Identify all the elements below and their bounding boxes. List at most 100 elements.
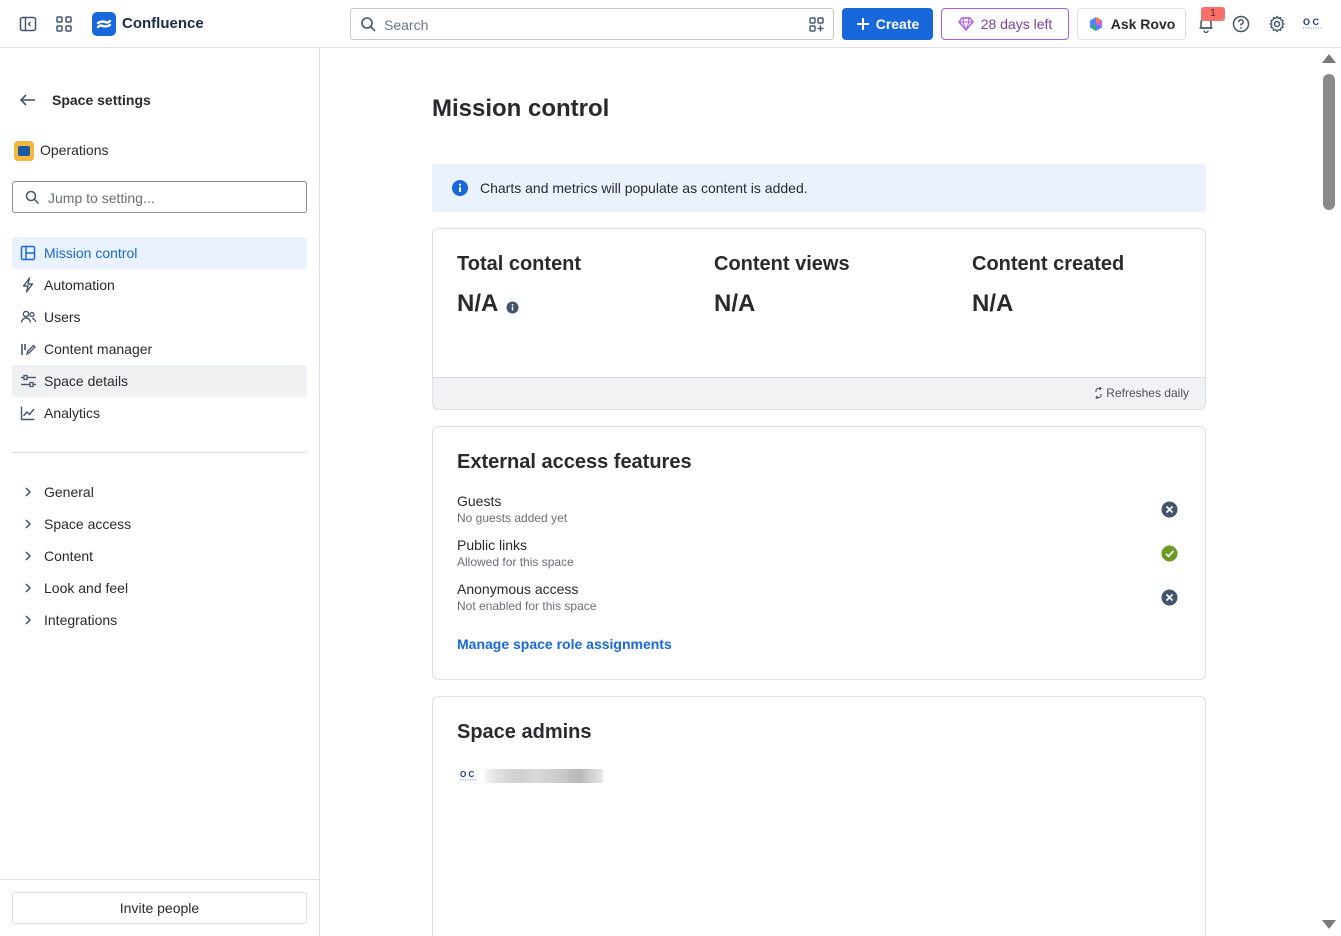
sidebar-section-integrations[interactable]: Integrations [12, 604, 307, 636]
metric-value: N/A [714, 290, 756, 317]
sidebar-item-users[interactable]: Users [12, 301, 307, 333]
sidebar-footer-divider [0, 879, 319, 880]
feature-public-links: Public links Allowed for this space [457, 537, 1181, 573]
lightning-icon [12, 277, 44, 293]
space-name[interactable]: Operations [40, 142, 108, 158]
redacted-admin-name [485, 769, 603, 783]
top-navigation-bar: Confluence Search Create 28 days left As… [0, 0, 1341, 48]
notification-count-badge: 1 [1201, 7, 1225, 21]
app-switcher-icon[interactable] [52, 12, 76, 36]
metric-value: N/A [457, 290, 499, 317]
metric-title: Content views [714, 253, 850, 275]
trial-button[interactable]: 28 days left [941, 8, 1069, 40]
external-access-card: External access features Guests No guest… [432, 426, 1206, 680]
section-title: External access features [457, 451, 692, 473]
search-input[interactable]: Search [350, 8, 834, 40]
feature-desc: Allowed for this space [457, 555, 574, 569]
metric-total-content: Total content N/A [457, 253, 581, 318]
sidebar-section-look-and-feel[interactable]: Look and feel [12, 572, 307, 604]
refresh-label: Refreshes daily [1106, 386, 1189, 400]
feature-desc: No guests added yet [457, 511, 568, 525]
chart-line-icon [12, 405, 44, 421]
apps-add-icon[interactable] [808, 16, 825, 36]
chevron-right-icon [12, 582, 44, 594]
search-icon [360, 16, 377, 36]
sidebar-divider [12, 452, 307, 453]
sidebar-item-label: Analytics [44, 405, 101, 421]
page-title: Mission control [432, 95, 610, 122]
metric-value: N/A [972, 290, 1014, 317]
chevron-right-icon [12, 614, 44, 626]
sidebar-section-general[interactable]: General [12, 476, 307, 508]
refresh-icon [1095, 387, 1103, 399]
sidebar-item-automation[interactable]: Automation [12, 269, 307, 301]
feature-name: Anonymous access [457, 581, 579, 597]
admin-avatar-initials: O C [460, 770, 474, 779]
metrics-card-footer: Refreshes daily [433, 377, 1205, 409]
metric-title: Content created [972, 253, 1125, 275]
space-icon [14, 141, 34, 161]
sidebar-section-content[interactable]: Content [12, 540, 307, 572]
edit-icon [12, 341, 44, 357]
plus-icon [856, 18, 869, 30]
ask-rovo-button[interactable]: Ask Rovo [1077, 8, 1186, 40]
sidebar-item-space-details[interactable]: Space details [12, 365, 307, 397]
info-banner: Charts and metrics will populate as cont… [432, 164, 1206, 212]
admin-entry[interactable]: O C [457, 767, 603, 785]
metrics-card: Total content N/A Content views N/A Cont… [432, 228, 1206, 410]
section-title: Space admins [457, 721, 592, 743]
sidebar-item-content-manager[interactable]: Content manager [12, 333, 307, 365]
sidebar-item-analytics[interactable]: Analytics [12, 397, 307, 429]
sidebar-item-label: Space details [44, 373, 129, 389]
sidebar-section-space-access[interactable]: Space access [12, 508, 307, 540]
metric-content-views: Content views N/A [714, 253, 850, 318]
sidebar-section-label: Integrations [44, 612, 118, 628]
scroll-up-arrow-icon[interactable] [1322, 54, 1336, 63]
jump-to-setting-input[interactable]: Jump to setting... [12, 181, 307, 213]
app-name[interactable]: Confluence [122, 15, 204, 32]
feature-guests: Guests No guests added yet [457, 493, 1181, 529]
cross-circle-icon [1161, 501, 1178, 521]
manage-space-role-link[interactable]: Manage space role assignments [457, 636, 672, 652]
help-icon[interactable] [1229, 12, 1253, 36]
settings-sidebar: Space settings Operations Jump to settin… [0, 48, 320, 936]
sidebar-section-label: Look and feel [44, 580, 129, 596]
feature-anonymous-access: Anonymous access Not enabled for this sp… [457, 581, 1181, 617]
info-icon [452, 180, 468, 196]
rovo-icon [1089, 17, 1102, 31]
chevron-right-icon [12, 550, 44, 562]
scrollbar-thumb[interactable] [1323, 74, 1335, 210]
create-button-label: Create [875, 16, 920, 32]
info-icon[interactable] [506, 301, 519, 314]
jump-placeholder: Jump to setting... [48, 190, 155, 206]
scroll-down-arrow-icon[interactable] [1322, 920, 1336, 929]
sidebar-item-mission-control[interactable]: Mission control [12, 237, 307, 269]
feature-desc: Not enabled for this space [457, 599, 597, 613]
ask-rovo-label: Ask Rovo [1110, 16, 1176, 32]
sidebar-item-label: Automation [44, 277, 115, 293]
info-banner-text: Charts and metrics will populate as cont… [480, 180, 808, 196]
back-arrow-icon[interactable] [18, 91, 38, 112]
trial-button-label: 28 days left [980, 16, 1053, 32]
create-button[interactable]: Create [842, 8, 933, 40]
feature-name: Guests [457, 493, 502, 509]
invite-people-button[interactable]: Invite people [12, 892, 307, 924]
diamond-icon [957, 17, 974, 31]
feature-name: Public links [457, 537, 528, 553]
check-circle-icon [1161, 545, 1178, 565]
people-icon [12, 309, 44, 325]
profile-avatar[interactable]: O C [1300, 14, 1326, 34]
sidebar-toggle-icon[interactable] [16, 12, 40, 36]
space-admins-card: Space admins O C [432, 696, 1206, 936]
sidebar-item-label: Content manager [44, 341, 153, 357]
sidebar-section-label: General [44, 484, 94, 500]
sidebar-item-label: Mission control [44, 245, 138, 261]
sidebar-item-label: Users [44, 309, 81, 325]
search-placeholder: Search [384, 17, 429, 33]
settings-gear-icon[interactable] [1265, 12, 1289, 36]
confluence-logo-icon[interactable] [92, 12, 116, 36]
sidebar-section-label: Content [44, 548, 94, 564]
search-icon [25, 190, 40, 208]
metric-content-created: Content created N/A [972, 253, 1124, 318]
chevron-right-icon [12, 486, 44, 498]
